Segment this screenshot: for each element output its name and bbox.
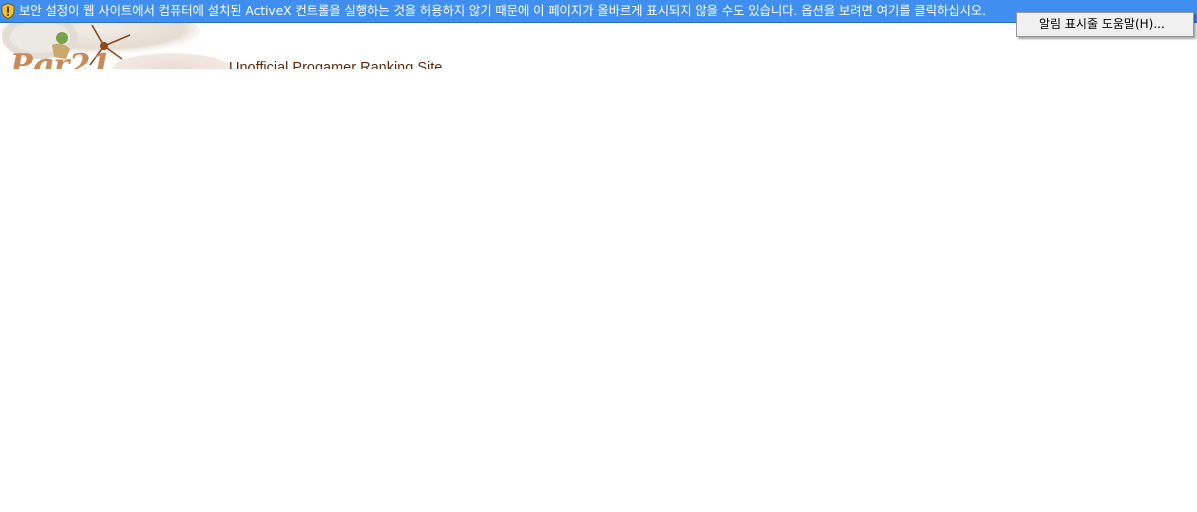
infobar-message[interactable]: 보안 설정이 웹 사이트에서 컴퓨터에 설치된 ActiveX 컨트롤을 실행하… [19,3,986,19]
logo-wordmark: Pgr21 [9,48,111,69]
site-tagline: Unofficial Progamer Ranking Site [229,60,443,69]
browser-window: 보안 설정이 웹 사이트에서 컴퓨터에 설치된 ActiveX 컨트롤을 실행하… [0,0,1197,512]
site-logo[interactable]: Pgr21 [0,23,230,69]
menu-item-label: 알림 표시줄 도움말(H)... [1039,17,1165,31]
infobar-context-menu: 알림 표시줄 도움말(H)... [1016,12,1194,37]
menu-item-infobar-help[interactable]: 알림 표시줄 도움말(H)... [1019,15,1191,34]
security-shield-icon [1,2,15,20]
